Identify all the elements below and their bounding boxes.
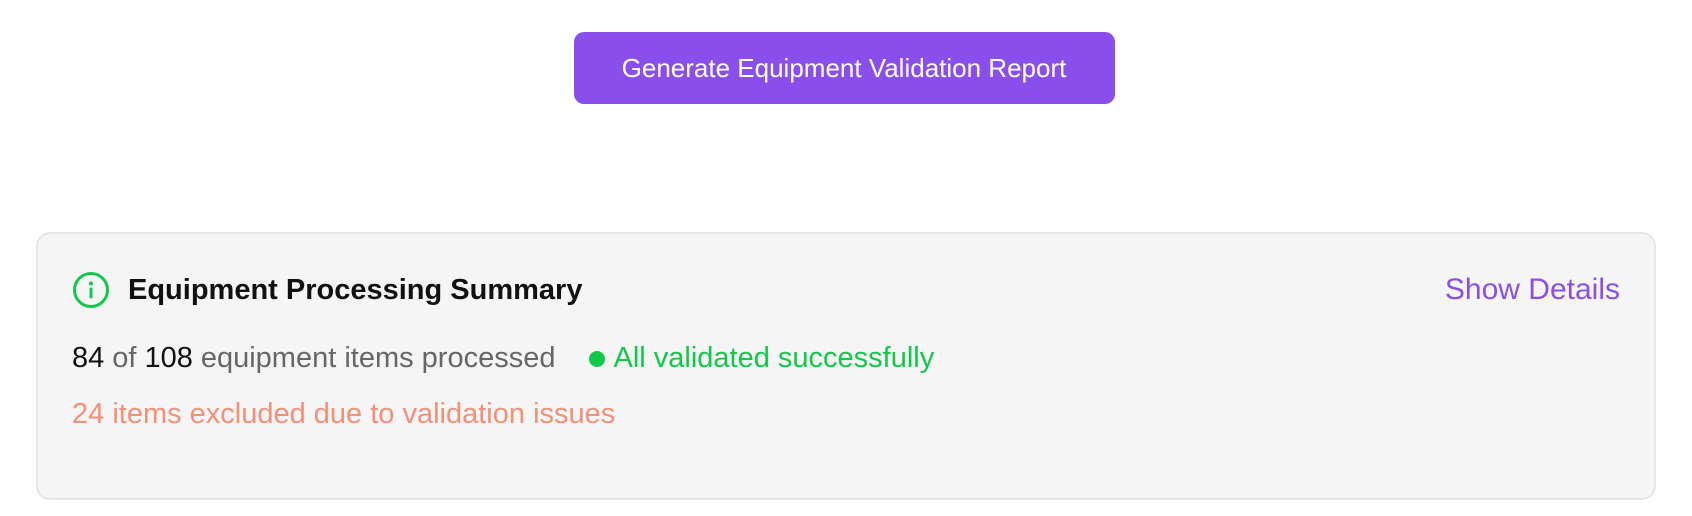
summary-header: Equipment Processing Summary Show Detail… xyxy=(72,270,1620,310)
status-dot-icon xyxy=(589,350,606,367)
processed-count: 84 xyxy=(72,342,105,374)
processing-summary-card: Equipment Processing Summary Show Detail… xyxy=(36,232,1656,500)
summary-title: Equipment Processing Summary xyxy=(128,273,583,306)
validation-status: All validated successfully xyxy=(589,342,934,375)
processed-suffix: equipment items processed xyxy=(200,342,556,374)
excluded-notice: 24 items excluded due to validation issu… xyxy=(72,398,616,430)
show-details-link[interactable]: Show Details xyxy=(1445,273,1620,307)
action-bar: Generate Equipment Validation Report xyxy=(0,32,1692,104)
generate-report-button[interactable]: Generate Equipment Validation Report xyxy=(573,32,1115,104)
page: Generate Equipment Validation Report Equ… xyxy=(0,0,1692,516)
status-text: All validated successfully xyxy=(613,342,935,374)
processed-line: 84 of 108 equipment items processed All … xyxy=(72,342,934,375)
of-word: of xyxy=(112,342,137,374)
total-count: 108 xyxy=(144,342,193,374)
info-icon xyxy=(72,271,110,309)
